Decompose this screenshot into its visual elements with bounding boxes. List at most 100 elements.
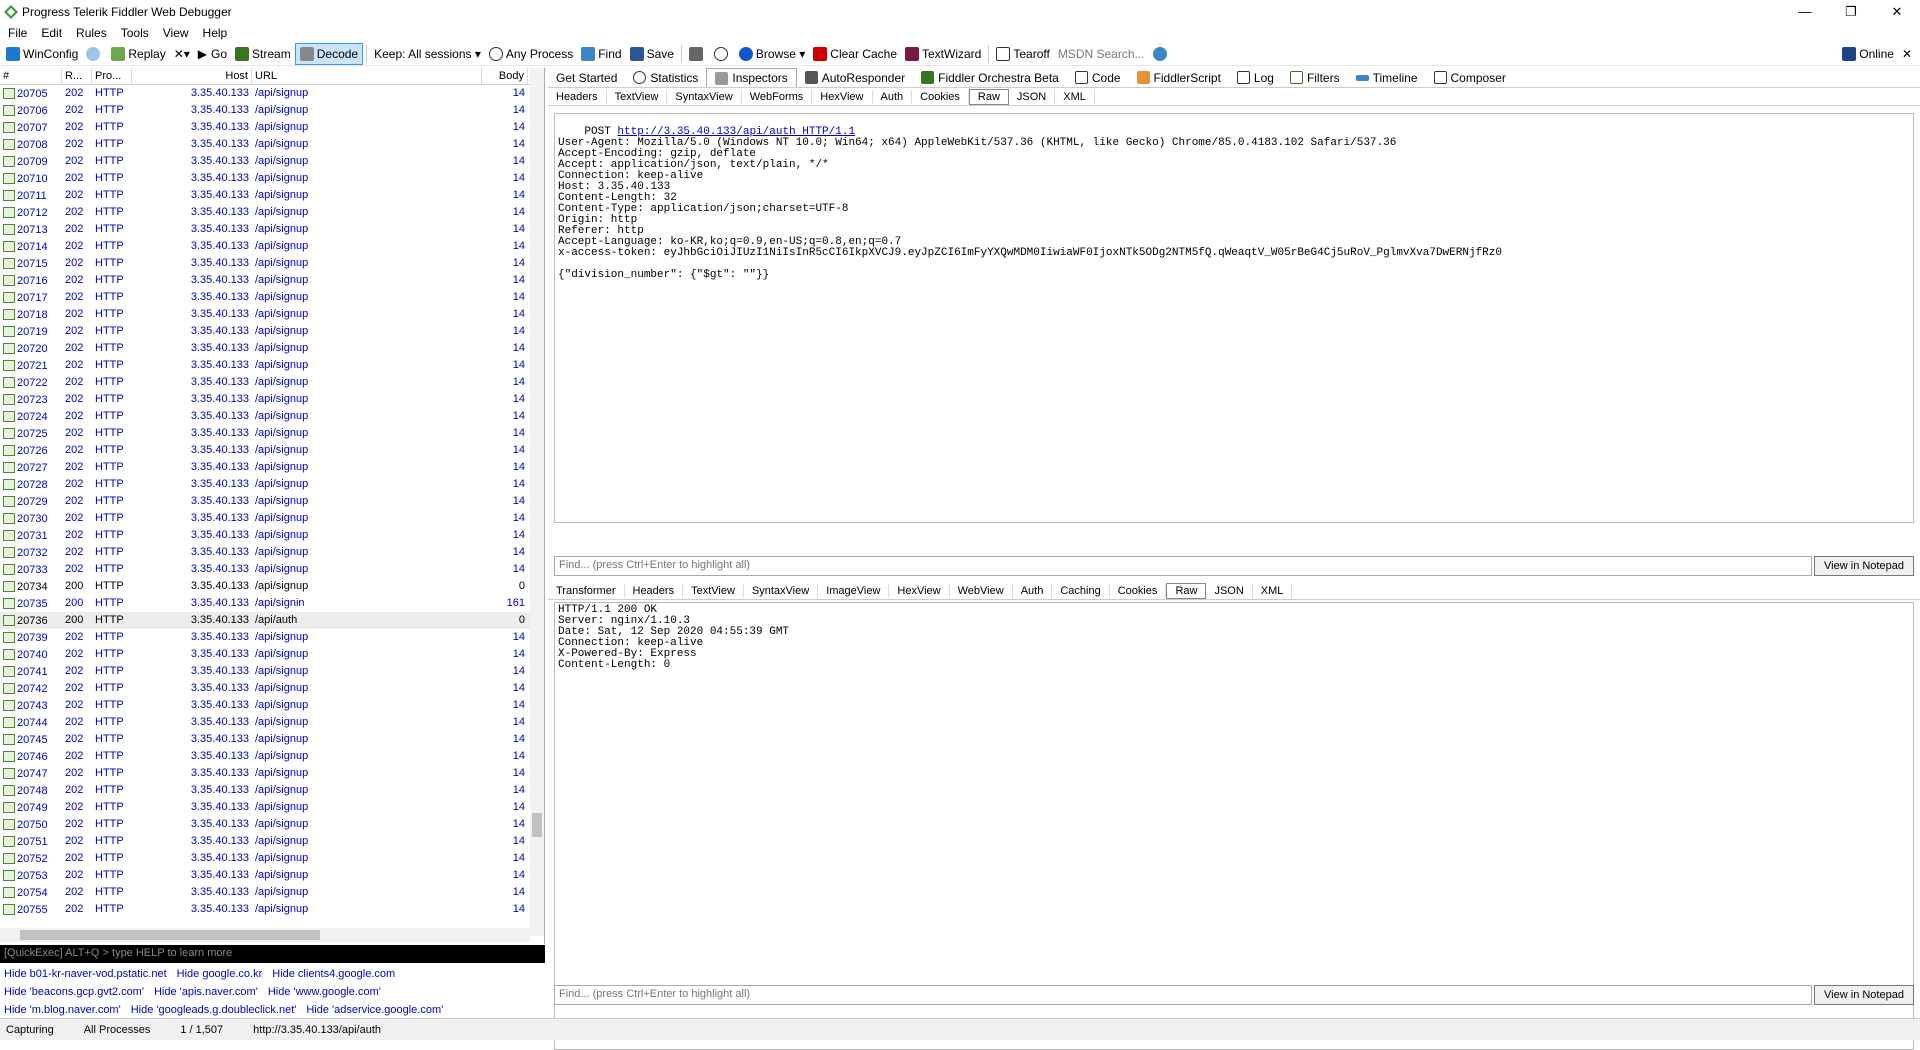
winconfig-button[interactable]: WinConfig	[2, 43, 82, 65]
session-row[interactable]: 20712 202 HTTP 3.35.40.133/api/signup 14	[0, 204, 530, 221]
col-host[interactable]: Host	[132, 68, 252, 84]
session-row[interactable]: 20719 202 HTTP 3.35.40.133/api/signup 14	[0, 323, 530, 340]
online-status[interactable]: Online	[1838, 43, 1898, 65]
session-row[interactable]: 20748 202 HTTP 3.35.40.133/api/signup 14	[0, 782, 530, 799]
process-filter-button[interactable]: Any Process	[485, 43, 577, 65]
restore-button[interactable]: ❐	[1828, 0, 1874, 23]
session-row[interactable]: 20736 200 HTTP 3.35.40.133/api/auth 0	[0, 612, 530, 629]
session-row[interactable]: 20729 202 HTTP 3.35.40.133/api/signup 14	[0, 493, 530, 510]
clear-cache-button[interactable]: Clear Cache	[809, 43, 901, 65]
session-row[interactable]: 20753 202 HTTP 3.35.40.133/api/signup 14	[0, 867, 530, 884]
session-row[interactable]: 20722 202 HTTP 3.35.40.133/api/signup 14	[0, 374, 530, 391]
tab-fiddlerscript[interactable]: FiddlerScript	[1129, 69, 1229, 87]
request-tab-cookies[interactable]: Cookies	[912, 89, 969, 104]
response-tab-xml[interactable]: XML	[1253, 583, 1293, 598]
capturing-indicator[interactable]: Capturing	[6, 1024, 54, 1036]
go-button[interactable]: ▶ Go	[194, 43, 231, 65]
menu-help[interactable]: Help	[203, 26, 228, 40]
help-button[interactable]	[1149, 43, 1174, 65]
session-row[interactable]: 20743 202 HTTP 3.35.40.133/api/signup 14	[0, 697, 530, 714]
request-tab-auth[interactable]: Auth	[873, 89, 913, 104]
response-tab-webview[interactable]: WebView	[950, 583, 1013, 598]
response-tab-imageview[interactable]: ImageView	[818, 583, 890, 598]
hide-link[interactable]: Hide 'm.blog.naver.com'	[4, 1004, 121, 1016]
request-tab-raw[interactable]: Raw	[968, 88, 1009, 105]
response-raw-view[interactable]: HTTP/1.1 200 OK Server: nginx/1.10.3 Dat…	[554, 602, 1914, 1050]
tab-log[interactable]: Log	[1229, 69, 1282, 87]
response-tab-cookies[interactable]: Cookies	[1110, 583, 1167, 598]
quickexec-input[interactable]: [QuickExec] ALT+Q > type HELP to learn m…	[0, 945, 545, 963]
tab-autoresponder[interactable]: AutoResponder	[797, 69, 913, 87]
session-row[interactable]: 20707 202 HTTP 3.35.40.133/api/signup 14	[0, 119, 530, 136]
session-row[interactable]: 20708 202 HTTP 3.35.40.133/api/signup 14	[0, 136, 530, 153]
session-row[interactable]: 20716 202 HTTP 3.35.40.133/api/signup 14	[0, 272, 530, 289]
session-row[interactable]: 20728 202 HTTP 3.35.40.133/api/signup 14	[0, 476, 530, 493]
session-row[interactable]: 20732 202 HTTP 3.35.40.133/api/signup 14	[0, 544, 530, 561]
response-tab-transformer[interactable]: Transformer	[548, 583, 625, 598]
session-row[interactable]: 20711 202 HTTP 3.35.40.133/api/signup 14	[0, 187, 530, 204]
session-row[interactable]: 20741 202 HTTP 3.35.40.133/api/signup 14	[0, 663, 530, 680]
session-row[interactable]: 20754 202 HTTP 3.35.40.133/api/signup 14	[0, 884, 530, 901]
session-row[interactable]: 20735 200 HTTP 3.35.40.133/api/signin 161	[0, 595, 530, 612]
request-view-notepad-button[interactable]: View in Notepad	[1814, 556, 1914, 576]
col-number[interactable]: #	[0, 68, 62, 84]
request-tab-textview[interactable]: TextView	[607, 89, 668, 104]
toolbar-close-button[interactable]: ✕	[1898, 43, 1916, 65]
session-row[interactable]: 20744 202 HTTP 3.35.40.133/api/signup 14	[0, 714, 530, 731]
menu-file[interactable]: File	[8, 26, 27, 40]
session-row[interactable]: 20725 202 HTTP 3.35.40.133/api/signup 14	[0, 425, 530, 442]
tab-timeline[interactable]: Timeline	[1348, 69, 1426, 87]
hide-link[interactable]: Hide 'googleads.g.doubleclick.net'	[131, 1004, 297, 1016]
session-row[interactable]: 20752 202 HTTP 3.35.40.133/api/signup 14	[0, 850, 530, 867]
tab-filters[interactable]: Filters	[1282, 69, 1348, 87]
msdn-search-input[interactable]: MSDN Search...	[1054, 43, 1149, 65]
session-row[interactable]: 20755 202 HTTP 3.35.40.133/api/signup 14	[0, 901, 530, 918]
browse-button[interactable]: Browse ▾	[735, 43, 809, 65]
hide-link[interactable]: Hide 'www.google.com'	[268, 986, 381, 998]
request-tab-headers[interactable]: Headers	[548, 89, 607, 104]
session-row[interactable]: 20733 202 HTTP 3.35.40.133/api/signup 14	[0, 561, 530, 578]
comment-button[interactable]	[82, 43, 107, 65]
tab-statistics[interactable]: Statistics	[625, 69, 706, 87]
session-row[interactable]: 20740 202 HTTP 3.35.40.133/api/signup 14	[0, 646, 530, 663]
session-row[interactable]: 20705 202 HTTP 3.35.40.133/api/signup 14	[0, 85, 530, 102]
response-tab-auth[interactable]: Auth	[1013, 583, 1053, 598]
session-row[interactable]: 20750 202 HTTP 3.35.40.133/api/signup 14	[0, 816, 530, 833]
menu-edit[interactable]: Edit	[41, 26, 62, 40]
request-raw-view[interactable]: POST http://3.35.40.133/api/auth HTTP/1.…	[554, 113, 1914, 523]
request-tab-xml[interactable]: XML	[1055, 89, 1095, 104]
remove-button[interactable]: ✕▾	[170, 43, 194, 65]
screenshot-button[interactable]	[685, 43, 710, 65]
scroll-thumb[interactable]	[20, 930, 320, 940]
minimize-button[interactable]: —	[1782, 0, 1828, 23]
tab-inspectors[interactable]: Inspectors	[706, 68, 797, 87]
session-row[interactable]: 20746 202 HTTP 3.35.40.133/api/signup 14	[0, 748, 530, 765]
session-row[interactable]: 20724 202 HTTP 3.35.40.133/api/signup 14	[0, 408, 530, 425]
session-row[interactable]: 20709 202 HTTP 3.35.40.133/api/signup 14	[0, 153, 530, 170]
decode-button[interactable]: Decode	[294, 42, 364, 65]
session-row[interactable]: 20751 202 HTTP 3.35.40.133/api/signup 14	[0, 833, 530, 850]
sessions-horizontal-scrollbar[interactable]	[0, 928, 530, 942]
session-row[interactable]: 20717 202 HTTP 3.35.40.133/api/signup 14	[0, 289, 530, 306]
session-row[interactable]: 20720 202 HTTP 3.35.40.133/api/signup 14	[0, 340, 530, 357]
col-url[interactable]: URL	[252, 68, 482, 84]
hide-link[interactable]: Hide b01-kr-naver-vod.pstatic.net	[4, 968, 167, 980]
stream-button[interactable]: Stream	[231, 43, 295, 65]
session-row[interactable]: 20739 202 HTTP 3.35.40.133/api/signup 14	[0, 629, 530, 646]
col-body[interactable]: Body	[482, 68, 528, 84]
timer-button[interactable]	[710, 43, 735, 65]
response-tab-raw[interactable]: Raw	[1166, 582, 1207, 599]
textwizard-button[interactable]: TextWizard	[901, 43, 985, 65]
session-row[interactable]: 20749 202 HTTP 3.35.40.133/api/signup 14	[0, 799, 530, 816]
response-find-input[interactable]: Find... (press Ctrl+Enter to highlight a…	[554, 985, 1812, 1005]
response-view-notepad-button[interactable]: View in Notepad	[1814, 985, 1914, 1005]
col-protocol[interactable]: Pro...	[92, 68, 132, 84]
process-filter-status[interactable]: All Processes	[84, 1024, 151, 1036]
hide-link[interactable]: Hide clients4.google.com	[272, 968, 395, 980]
menu-rules[interactable]: Rules	[76, 26, 107, 40]
session-row[interactable]: 20713 202 HTTP 3.35.40.133/api/signup 14	[0, 221, 530, 238]
request-tab-syntaxview[interactable]: SyntaxView	[667, 89, 742, 104]
session-row[interactable]: 20742 202 HTTP 3.35.40.133/api/signup 14	[0, 680, 530, 697]
session-row[interactable]: 20730 202 HTTP 3.35.40.133/api/signup 14	[0, 510, 530, 527]
session-row[interactable]: 20726 202 HTTP 3.35.40.133/api/signup 14	[0, 442, 530, 459]
